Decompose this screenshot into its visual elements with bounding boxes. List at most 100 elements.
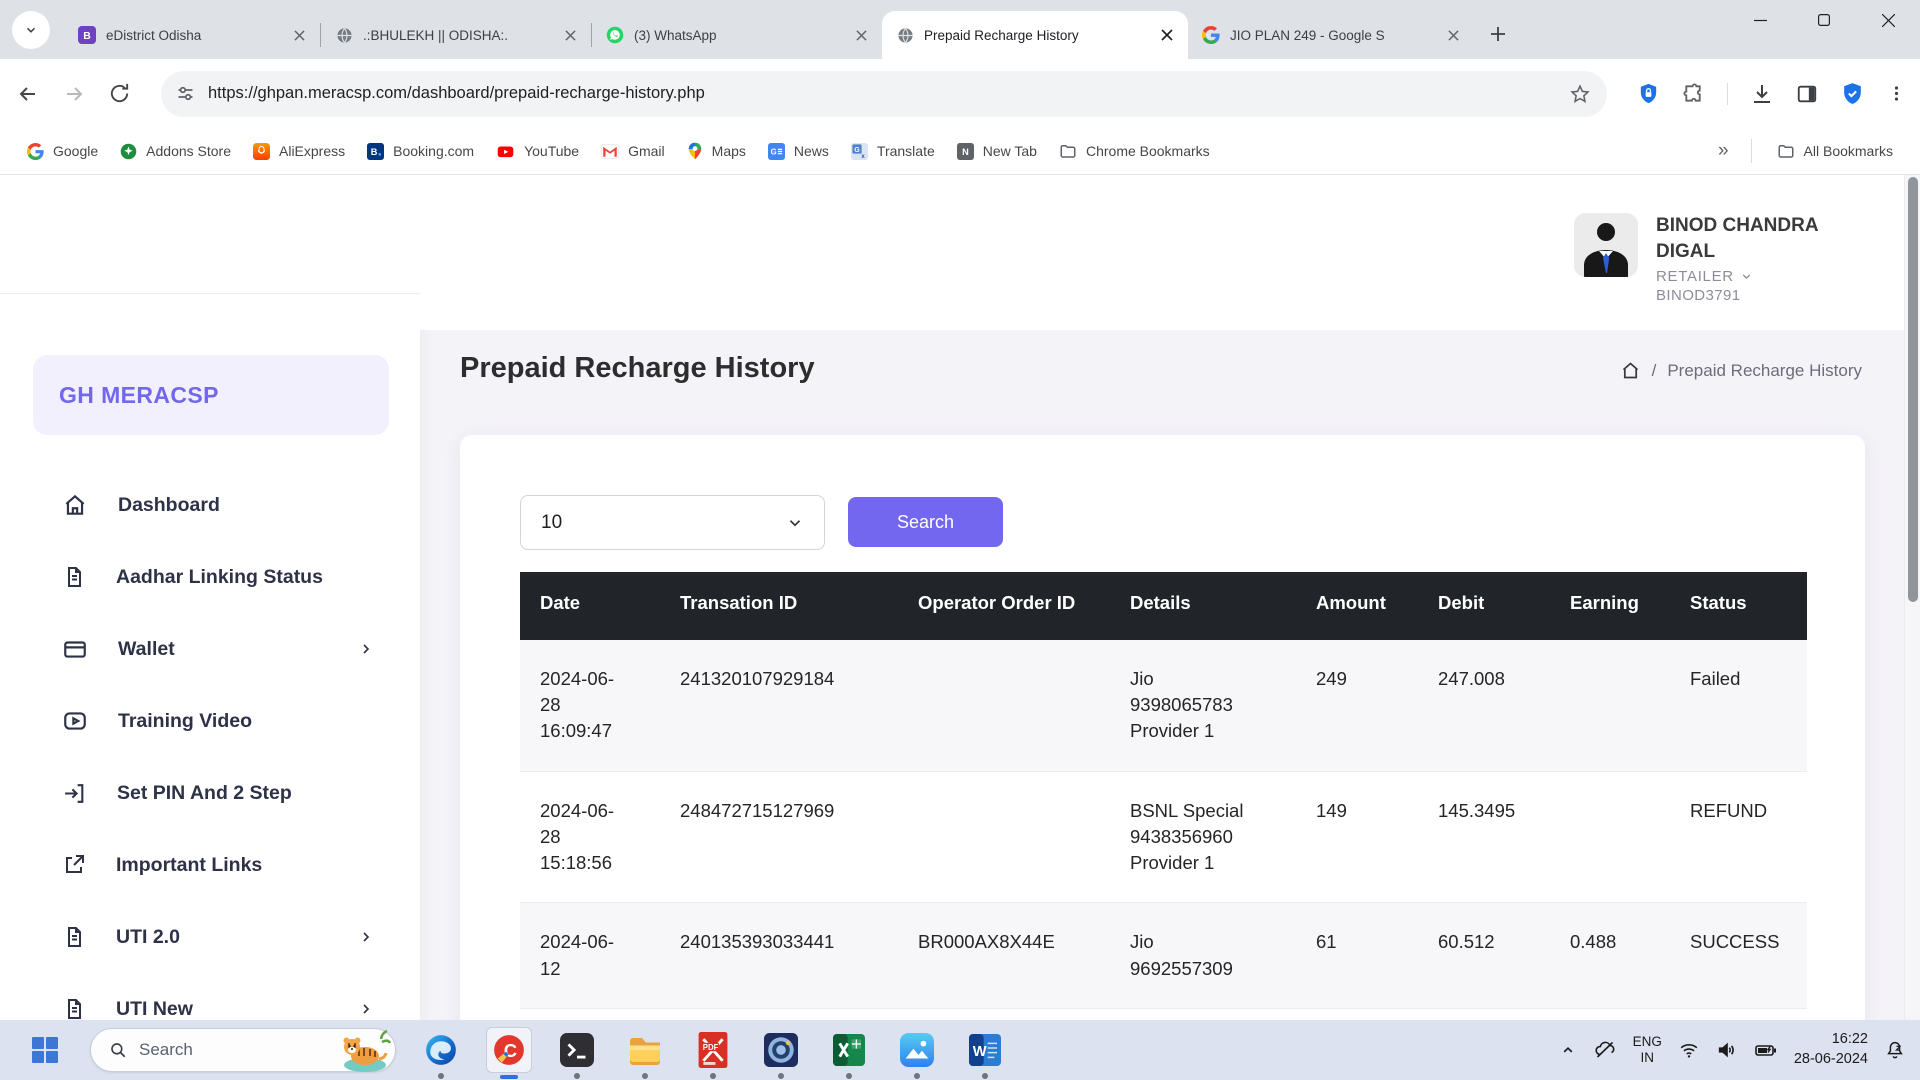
sidebar-item-set-pin[interactable]: Set PIN And 2 Step xyxy=(0,757,420,829)
col-status: Status xyxy=(1670,572,1807,640)
password-shield-icon[interactable] xyxy=(1637,82,1660,105)
extensions-puzzle-icon[interactable] xyxy=(1682,82,1705,105)
volume-icon[interactable] xyxy=(1716,1039,1738,1061)
tab-prepaid-recharge-active[interactable]: Prepaid Recharge History xyxy=(882,11,1188,59)
bookmark-youtube[interactable]: YouTube xyxy=(485,138,590,165)
url-bar[interactable]: https://ghpan.meracsp.com/dashboard/prep… xyxy=(161,71,1607,117)
back-button[interactable] xyxy=(16,82,40,106)
bookmark-aliexpress[interactable]: AliExpress xyxy=(242,138,356,165)
word-icon: W xyxy=(969,1034,1001,1066)
taskbar-excel[interactable] xyxy=(826,1027,872,1073)
taskbar-terminal[interactable] xyxy=(554,1027,600,1073)
bookmark-translate[interactable]: Gx Translate xyxy=(840,138,946,165)
bookmark-google[interactable]: Google xyxy=(16,138,109,165)
close-icon[interactable] xyxy=(1442,24,1464,46)
screen: B eDistrict Odisha .:BHULEKH || ODISHA:.… xyxy=(0,0,1920,1080)
bookmark-new-tab[interactable]: N New Tab xyxy=(946,138,1048,165)
clock-date: 28-06-2024 xyxy=(1794,1050,1868,1070)
home-icon[interactable] xyxy=(1620,360,1641,381)
tab-edistrict[interactable]: B eDistrict Odisha xyxy=(64,11,320,59)
sidebar-item-label: Aadhar Linking Status xyxy=(116,566,323,589)
chevron-right-icon xyxy=(358,929,374,945)
side-panel-button[interactable] xyxy=(1796,83,1818,105)
tab-jio-plan[interactable]: JIO PLAN 249 - Google S xyxy=(1188,11,1474,59)
bookmark-label: Gmail xyxy=(628,143,665,159)
close-window-button[interactable] xyxy=(1856,0,1920,40)
file-icon xyxy=(62,997,86,1021)
taskbar-edge[interactable] xyxy=(418,1027,464,1073)
tiger-image[interactable] xyxy=(337,1029,391,1080)
site-info-icon[interactable] xyxy=(175,83,196,104)
new-tab-button[interactable] xyxy=(1480,16,1516,52)
booking-icon: B xyxy=(367,143,384,160)
chevron-down-icon xyxy=(786,514,804,532)
bookmark-booking[interactable]: B Booking.com xyxy=(356,138,485,165)
language-indicator[interactable]: ENG IN xyxy=(1633,1034,1662,1066)
pdf-app-icon: PDF xyxy=(698,1032,728,1068)
taskbar-search[interactable]: Search xyxy=(90,1028,396,1072)
cell-debit: 145.3495 xyxy=(1418,771,1550,903)
taskbar-photo-viewer[interactable] xyxy=(758,1027,804,1073)
video-icon xyxy=(62,708,88,734)
edge-icon xyxy=(424,1033,458,1067)
onedrive-cloud-icon[interactable] xyxy=(1593,1038,1617,1062)
close-icon xyxy=(1882,14,1895,27)
taskbar-word[interactable]: W xyxy=(962,1027,1008,1073)
sidebar-item-aadhar-linking-status[interactable]: Aadhar Linking Status xyxy=(0,541,420,613)
cell-amount: 61 xyxy=(1296,903,1418,1009)
minimize-button[interactable] xyxy=(1728,0,1792,40)
bookmark-maps[interactable]: Maps xyxy=(676,137,757,165)
sidebar-item-training-video[interactable]: Training Video xyxy=(0,685,420,757)
sidebar-item-dashboard[interactable]: Dashboard xyxy=(0,469,420,541)
user-menu[interactable]: BINOD CHANDRA DIGAL RETAILER BINOD3791 xyxy=(1574,213,1848,304)
start-button[interactable] xyxy=(22,1027,68,1073)
taskbar-pdf-app[interactable]: PDF xyxy=(690,1027,736,1073)
sidebar-item-important-links[interactable]: Important Links xyxy=(0,829,420,901)
bookmark-news[interactable]: G News xyxy=(757,138,840,165)
scrollbar-track[interactable] xyxy=(1904,175,1920,1080)
close-icon[interactable] xyxy=(288,24,310,46)
svg-text:G: G xyxy=(854,145,860,153)
user-role-row[interactable]: RETAILER xyxy=(1656,268,1848,285)
scrollbar-thumb[interactable] xyxy=(1908,177,1918,602)
search-button[interactable]: Search xyxy=(848,497,1003,547)
cell-date: 2024-06- 12 xyxy=(520,903,660,1009)
cell-details: BSNL Special 9438356960 Provider 1 xyxy=(1110,771,1296,903)
breadcrumb-current: Prepaid Recharge History xyxy=(1667,361,1862,381)
tab-bhulekh[interactable]: .:BHULEKH || ODISHA:. xyxy=(321,11,591,59)
all-bookmarks-button[interactable]: All Bookmarks xyxy=(1766,137,1904,165)
close-icon[interactable] xyxy=(1156,24,1178,46)
close-icon[interactable] xyxy=(559,24,581,46)
close-icon[interactable] xyxy=(850,24,872,46)
tray-chevron-up-icon[interactable] xyxy=(1559,1041,1577,1059)
col-debit: Debit xyxy=(1418,572,1550,640)
bookmark-addons-store[interactable]: Addons Store xyxy=(109,138,242,165)
page-title: Prepaid Recharge History xyxy=(460,352,815,385)
tab-whatsapp[interactable]: (3) WhatsApp xyxy=(592,11,882,59)
security-shield-icon[interactable] xyxy=(1840,81,1865,106)
page-size-select[interactable]: 10 xyxy=(520,495,825,550)
notification-bell-icon[interactable] xyxy=(1884,1039,1906,1061)
sidebar-item-uti-20[interactable]: UTI 2.0 xyxy=(0,901,420,973)
taskbar-photos[interactable] xyxy=(894,1027,940,1073)
menu-kebab-icon[interactable] xyxy=(1887,84,1906,103)
wifi-icon[interactable] xyxy=(1678,1039,1700,1061)
bookmark-star-icon[interactable] xyxy=(1569,83,1591,105)
clock[interactable]: 16:22 28-06-2024 xyxy=(1794,1030,1868,1069)
url-text[interactable]: https://ghpan.meracsp.com/dashboard/prep… xyxy=(208,84,1557,103)
sidebar-item-wallet[interactable]: Wallet xyxy=(0,613,420,685)
tab-title: (3) WhatsApp xyxy=(634,28,840,43)
reload-button[interactable] xyxy=(108,82,131,105)
taskbar-file-explorer[interactable] xyxy=(622,1027,668,1073)
downloads-button[interactable] xyxy=(1750,82,1774,106)
bookmark-gmail[interactable]: Gmail xyxy=(590,138,676,164)
battery-icon[interactable] xyxy=(1754,1038,1778,1062)
avatar xyxy=(1574,213,1638,277)
forward-button[interactable] xyxy=(62,82,86,106)
brand-box[interactable]: GH MERACSP xyxy=(33,355,389,435)
bookmarks-overflow-button[interactable]: » xyxy=(1710,140,1737,162)
tab-search-button[interactable] xyxy=(12,11,50,49)
taskbar-active-app[interactable]: C xyxy=(486,1027,532,1073)
maximize-button[interactable] xyxy=(1792,0,1856,40)
bookmark-chrome-bookmarks-folder[interactable]: Chrome Bookmarks xyxy=(1048,137,1221,165)
